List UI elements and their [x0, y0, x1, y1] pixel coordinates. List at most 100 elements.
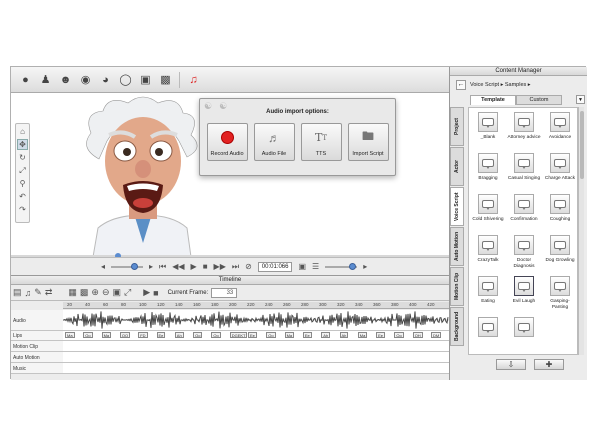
side-tab-motion-clip[interactable]: Motion Clip: [450, 267, 464, 306]
template-item[interactable]: [471, 315, 505, 354]
template-item[interactable]: _Blank: [471, 110, 505, 150]
speed-icon[interactable]: ☰: [312, 262, 319, 271]
auto-motion-area[interactable]: [63, 352, 449, 362]
download-button[interactable]: ⇩: [496, 359, 526, 370]
preview-stage[interactable]: ⌂ ✥ ↻ ⤢ ⚲ ↶ ↷ ☯ ☯ Audio import options: …: [11, 93, 449, 257]
breadcrumb[interactable]: Voice Script ▸ Samples ▸: [470, 82, 531, 88]
play-icon[interactable]: ▶: [191, 262, 197, 271]
zoom-out-icon[interactable]: ⊖: [102, 287, 110, 298]
grid-icon[interactable]: ▩: [80, 287, 89, 298]
redo-icon[interactable]: ↷: [17, 204, 28, 215]
filmstrip-icon[interactable]: ▦: [68, 287, 77, 298]
rewind-icon[interactable]: ⏮: [159, 262, 166, 272]
scale-icon[interactable]: ⤢: [17, 165, 28, 176]
speed-high-icon[interactable]: ▸: [363, 262, 367, 271]
side-tab-project[interactable]: Project: [450, 107, 464, 146]
lip-key[interactable]: DGEKT: [229, 332, 248, 338]
template-item[interactable]: [507, 315, 541, 354]
zoom-icon[interactable]: ⚲: [17, 178, 28, 189]
volume-high-icon[interactable]: ▸: [149, 262, 153, 271]
music-area[interactable]: [63, 363, 449, 373]
user-figure-icon[interactable]: ♟: [37, 71, 54, 88]
lip-key[interactable]: Oo: [211, 332, 221, 338]
import-script-button[interactable]: 🖿 Import Script: [347, 123, 389, 161]
add-button[interactable]: ✚: [534, 359, 564, 370]
lip-key[interactable]: Oo: [193, 332, 203, 338]
move-icon[interactable]: ✥: [17, 139, 28, 150]
head-icon[interactable]: ☻: [57, 71, 74, 88]
lip-key[interactable]: Ah: [339, 332, 349, 338]
speed-slider[interactable]: [325, 262, 358, 270]
script-icon[interactable]: ✎: [34, 287, 42, 298]
next-frame-icon[interactable]: ▶▶: [214, 262, 226, 271]
loop-icon[interactable]: ⊘: [245, 262, 252, 271]
lips-icon[interactable]: ◯: [117, 71, 134, 88]
volume-low-icon[interactable]: ◂: [101, 262, 105, 271]
timeline-stop-icon[interactable]: ■: [153, 288, 158, 298]
record-audio-button[interactable]: Record Audio: [206, 123, 248, 161]
lip-key[interactable]: Ee: [302, 332, 312, 338]
template-item[interactable]: Eating: [471, 274, 505, 314]
expand-icon[interactable]: ⤢: [124, 287, 131, 298]
portrait-icon[interactable]: ▣: [137, 71, 154, 88]
audio-file-button[interactable]: ♬ Audio File: [253, 123, 295, 161]
home-icon[interactable]: ⌂: [17, 126, 28, 137]
lip-key[interactable]: Oo: [83, 332, 93, 338]
film-icon[interactable]: ▤: [13, 287, 22, 298]
timeline-play-icon[interactable]: ▶: [143, 287, 150, 298]
user-icon[interactable]: ●: [17, 71, 34, 88]
eye-icon[interactable]: ◉: [77, 71, 94, 88]
lip-key[interactable]: Ah: [321, 332, 331, 338]
stop-icon[interactable]: ■: [203, 262, 208, 271]
forward-icon[interactable]: ⏭: [232, 262, 239, 272]
side-tab-background[interactable]: Background: [450, 307, 464, 346]
eye-closed-icon[interactable]: ◕: [97, 71, 114, 88]
template-item[interactable]: Doctor Diagnosis: [507, 233, 541, 273]
lip-key[interactable]: OO: [119, 332, 131, 338]
lip-key[interactable]: Ee: [156, 332, 166, 338]
prev-frame-icon[interactable]: ◀◀: [172, 262, 184, 271]
template-item[interactable]: Dog Growling: [543, 233, 577, 273]
lip-key[interactable]: Ee: [376, 332, 385, 338]
lip-key[interactable]: FD: [138, 332, 148, 338]
side-tab-voice-script[interactable]: Voice Script: [450, 187, 464, 226]
camera-icon[interactable]: ▣: [298, 262, 306, 271]
lip-key[interactable]: Ee: [248, 332, 257, 338]
lip-key[interactable]: Oo: [394, 332, 404, 338]
back-arrow-icon[interactable]: ←: [456, 79, 466, 90]
lip-key[interactable]: Ah: [174, 332, 184, 338]
motion-clip-area[interactable]: [63, 341, 449, 351]
transition-icon[interactable]: ⇄: [45, 287, 53, 298]
template-item[interactable]: Confirmation: [507, 192, 541, 232]
template-item[interactable]: Charge Attack: [543, 151, 577, 191]
rotate-icon[interactable]: ↻: [17, 152, 28, 163]
grid-scrollbar[interactable]: [578, 107, 584, 355]
tab-template[interactable]: Template: [470, 95, 516, 105]
lip-key[interactable]: Ma: [101, 332, 112, 338]
scrollbar-thumb[interactable]: [580, 111, 584, 179]
lip-key[interactable]: Ma: [65, 332, 75, 338]
image-icon[interactable]: ▩: [157, 71, 174, 88]
lip-key[interactable]: Ma: [357, 332, 368, 338]
audio-record-icon[interactable]: ♫: [185, 71, 202, 88]
zoom-fit-icon[interactable]: ▣: [112, 287, 121, 298]
lip-key[interactable]: DM: [431, 332, 442, 338]
timeline-ruler[interactable]: 20 40 60 80 100 120 140 160 180 200 220 240 260 280 30…: [63, 302, 449, 309]
template-item[interactable]: Attorney advice: [507, 110, 541, 150]
template-item[interactable]: Evil Laugh: [507, 274, 541, 314]
tts-button[interactable]: TT TTS: [300, 123, 342, 161]
lip-key[interactable]: Ma: [284, 332, 295, 338]
lip-key[interactable]: Oo: [266, 332, 276, 338]
current-frame-input[interactable]: 33: [211, 287, 238, 298]
template-item[interactable]: Bragging: [471, 151, 505, 191]
template-item[interactable]: Coughing: [543, 192, 577, 232]
audio-waveform[interactable]: [63, 310, 449, 330]
tab-custom[interactable]: Custom: [516, 95, 562, 105]
zoom-in-icon[interactable]: ⊕: [91, 287, 99, 298]
volume-slider[interactable]: [111, 262, 144, 270]
speed-knob[interactable]: [349, 262, 357, 270]
template-item[interactable]: CrazyTalk: [471, 233, 505, 273]
template-item[interactable]: Casual Singing: [507, 151, 541, 191]
side-tab-auto-motion[interactable]: Auto Motion: [450, 227, 464, 266]
lips-keys[interactable]: Ma Oo Ma OO FD Ee Ah Oo Oo DGEKT Ee Oo Ma Ee Ah Ah Ma Ee O…: [63, 331, 449, 340]
